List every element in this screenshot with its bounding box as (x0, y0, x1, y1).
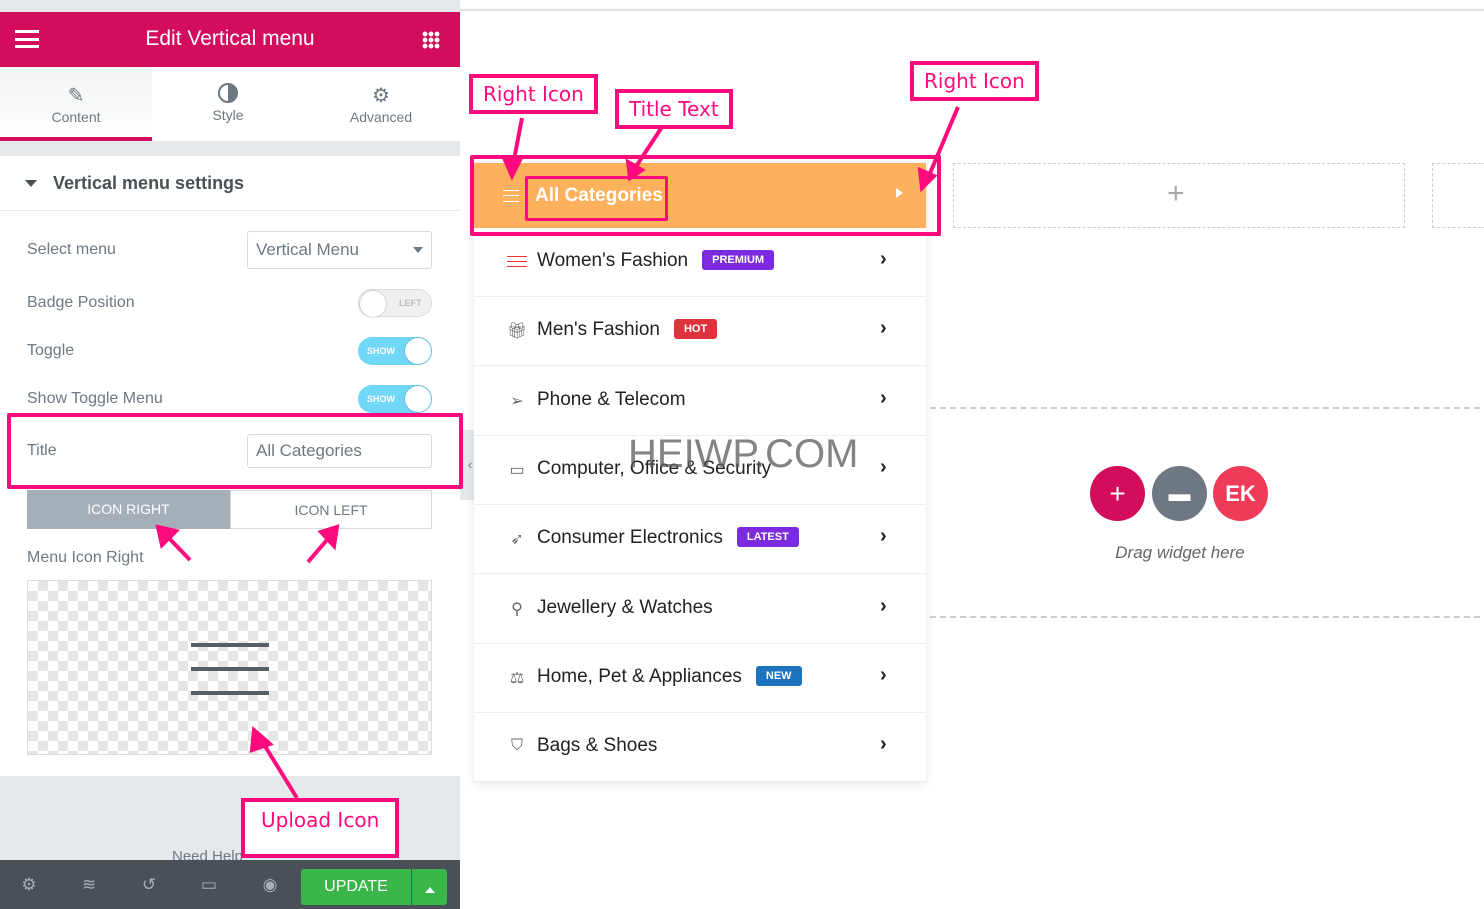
arrow (511, 117, 524, 166)
arrowhead (625, 158, 646, 182)
arrow (926, 106, 960, 179)
annotation-arrows (155, 106, 960, 800)
arrow (633, 125, 664, 170)
arrowhead (501, 158, 524, 181)
arrowhead (249, 725, 274, 753)
